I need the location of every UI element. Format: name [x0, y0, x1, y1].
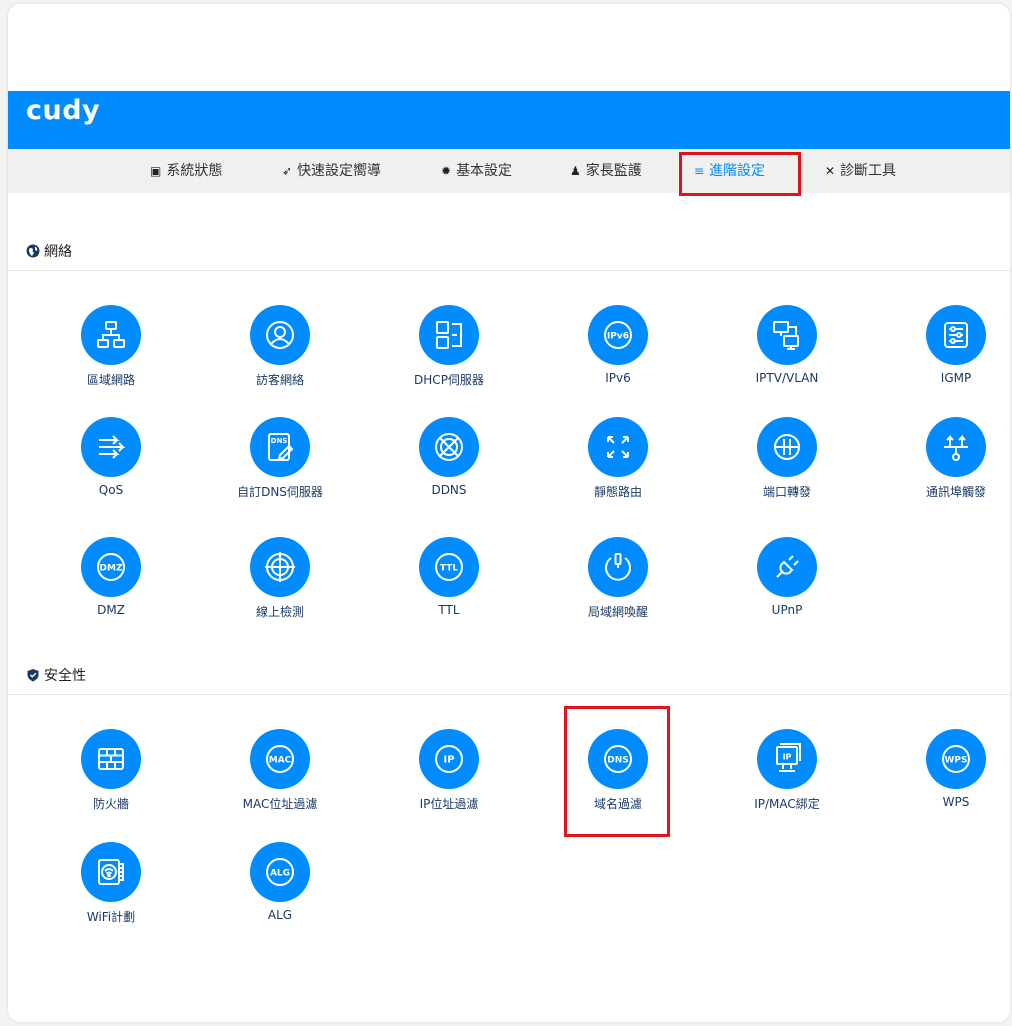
tile-ip-mac-binding[interactable]: IP IP/MAC綁定 [722, 729, 852, 819]
tile-mac-filter[interactable]: MAC MAC位址過濾 [215, 729, 345, 819]
svg-text:DMZ: DMZ [100, 564, 123, 574]
tile-qos[interactable]: QoS [46, 417, 176, 507]
tile-online-detect[interactable]: 線上檢測 [215, 537, 345, 627]
main-card: cudy ▣ 系統狀態 ➶ 快速設定嚮導 ✹ 基本設定 ♟ 家長監護 ≡ 進階設定 ✕ 診斷… [8, 4, 1010, 1022]
static-route-icon [607, 436, 629, 458]
svg-text:IPv6: IPv6 [607, 332, 629, 342]
nav-quick-setup[interactable]: ➶ 快速設定嚮導 [282, 149, 381, 193]
nav-label: 診斷工具 [840, 163, 897, 179]
tile-igmp[interactable]: IGMP [891, 305, 1010, 395]
brand-bar: cudy [8, 91, 1010, 149]
firewall-icon [98, 748, 124, 770]
tile-ip-filter[interactable]: IP IP位址過濾 [384, 729, 514, 819]
lan-topology-icon [97, 321, 125, 348]
section-title-security: 安全性 [26, 666, 86, 686]
nav-basic-settings[interactable]: ✹ 基本設定 [441, 149, 512, 193]
tile-ddns[interactable]: DDNS [384, 417, 514, 507]
tile-custom-dns[interactable]: DNS 自訂DNS伺服器 [215, 417, 345, 507]
dhcp-server-icon [436, 321, 462, 349]
wake-on-lan-icon [605, 553, 631, 581]
tile-port-forward[interactable]: 端口轉發 [722, 417, 852, 507]
tile-guest-network[interactable]: 訪客網絡 [215, 305, 345, 395]
svg-text:WPS: WPS [944, 756, 967, 766]
tile-lan[interactable]: 區域網路 [46, 305, 176, 395]
mac-filter-icon: MAC [266, 745, 294, 773]
nav-system-status[interactable]: ▣ 系統狀態 [150, 149, 222, 193]
section-divider [8, 270, 1010, 271]
nav-highlight-box [679, 152, 801, 196]
nav-label: 快速設定嚮導 [297, 163, 382, 179]
qos-arrows-icon [99, 435, 126, 459]
svg-text:DNS: DNS [271, 437, 288, 445]
wps-icon: WPS [942, 745, 970, 773]
nav-label: 基本設定 [456, 163, 513, 179]
tile-alg[interactable]: ALG ALG [215, 842, 345, 932]
guest-user-icon [266, 321, 294, 349]
gear-icon: ✹ [441, 164, 452, 178]
nav-label: 家長監護 [585, 163, 642, 179]
svg-text:ALG: ALG [270, 869, 290, 879]
tile-ipv6[interactable]: IPv6 IPv6 [553, 305, 683, 395]
tile-upnp[interactable]: UPnP [722, 537, 852, 627]
monitor-icon: ▣ [150, 164, 162, 178]
svg-text:MAC: MAC [269, 756, 292, 766]
tile-wake-on-lan[interactable]: 局域網喚醒 [553, 537, 683, 627]
tile-dhcp-server[interactable]: DHCP伺服器 [384, 305, 514, 395]
svg-text:IP: IP [783, 753, 792, 762]
alg-icon: ALG [266, 858, 294, 886]
wifi-schedule-icon [98, 859, 124, 885]
section-divider [8, 694, 1010, 695]
ipv6-icon: IPv6 [604, 321, 632, 349]
port-trigger-icon [944, 434, 968, 461]
section-title-network: 網絡 [26, 242, 72, 262]
dmz-icon: DMZ [97, 553, 125, 581]
port-forward-icon [774, 434, 800, 460]
rocket-icon: ➶ [282, 164, 293, 178]
nav-label: 系統狀態 [166, 163, 223, 179]
globe-icon [26, 244, 40, 258]
domain-filter-highlight-box [564, 706, 670, 837]
custom-dns-icon: DNS [268, 433, 294, 461]
nav-diagnostic-tools[interactable]: ✕ 診斷工具 [825, 149, 896, 193]
svg-text:IP: IP [443, 755, 454, 766]
tile-ttl[interactable]: TTL TTL [384, 537, 514, 627]
igmp-sliders-icon [944, 322, 968, 348]
iptv-vlan-icon [773, 321, 799, 350]
ddns-globe-icon [435, 433, 463, 461]
tile-dmz[interactable]: DMZ DMZ [46, 537, 176, 627]
shield-icon [27, 669, 39, 682]
family-icon: ♟ [570, 164, 581, 178]
tile-iptv-vlan[interactable]: IPTV/VLAN [722, 305, 852, 395]
tile-wifi-schedule[interactable]: WiFi計劃 [46, 842, 176, 932]
nav-parental-control[interactable]: ♟ 家長監護 [570, 149, 642, 193]
tile-wps[interactable]: WPS WPS [891, 729, 1010, 819]
tile-port-trigger[interactable]: 通訊埠觸發 [891, 417, 1010, 507]
svg-text:TTL: TTL [440, 564, 458, 574]
tile-firewall[interactable]: 防火牆 [46, 729, 176, 819]
ip-mac-binding-icon: IP [776, 743, 801, 772]
top-navigation: ▣ 系統狀態 ➶ 快速設定嚮導 ✹ 基本設定 ♟ 家長監護 ≡ 進階設定 ✕ 診斷工具 [8, 149, 1010, 196]
cudy-logo[interactable]: cudy [26, 95, 100, 126]
tools-icon: ✕ [825, 164, 836, 178]
ip-filter-icon: IP [435, 745, 463, 773]
online-detect-icon [265, 552, 295, 582]
tile-static-route[interactable]: 靜態路由 [553, 417, 683, 507]
upnp-plug-icon [776, 555, 799, 578]
ttl-icon: TTL [435, 553, 463, 581]
